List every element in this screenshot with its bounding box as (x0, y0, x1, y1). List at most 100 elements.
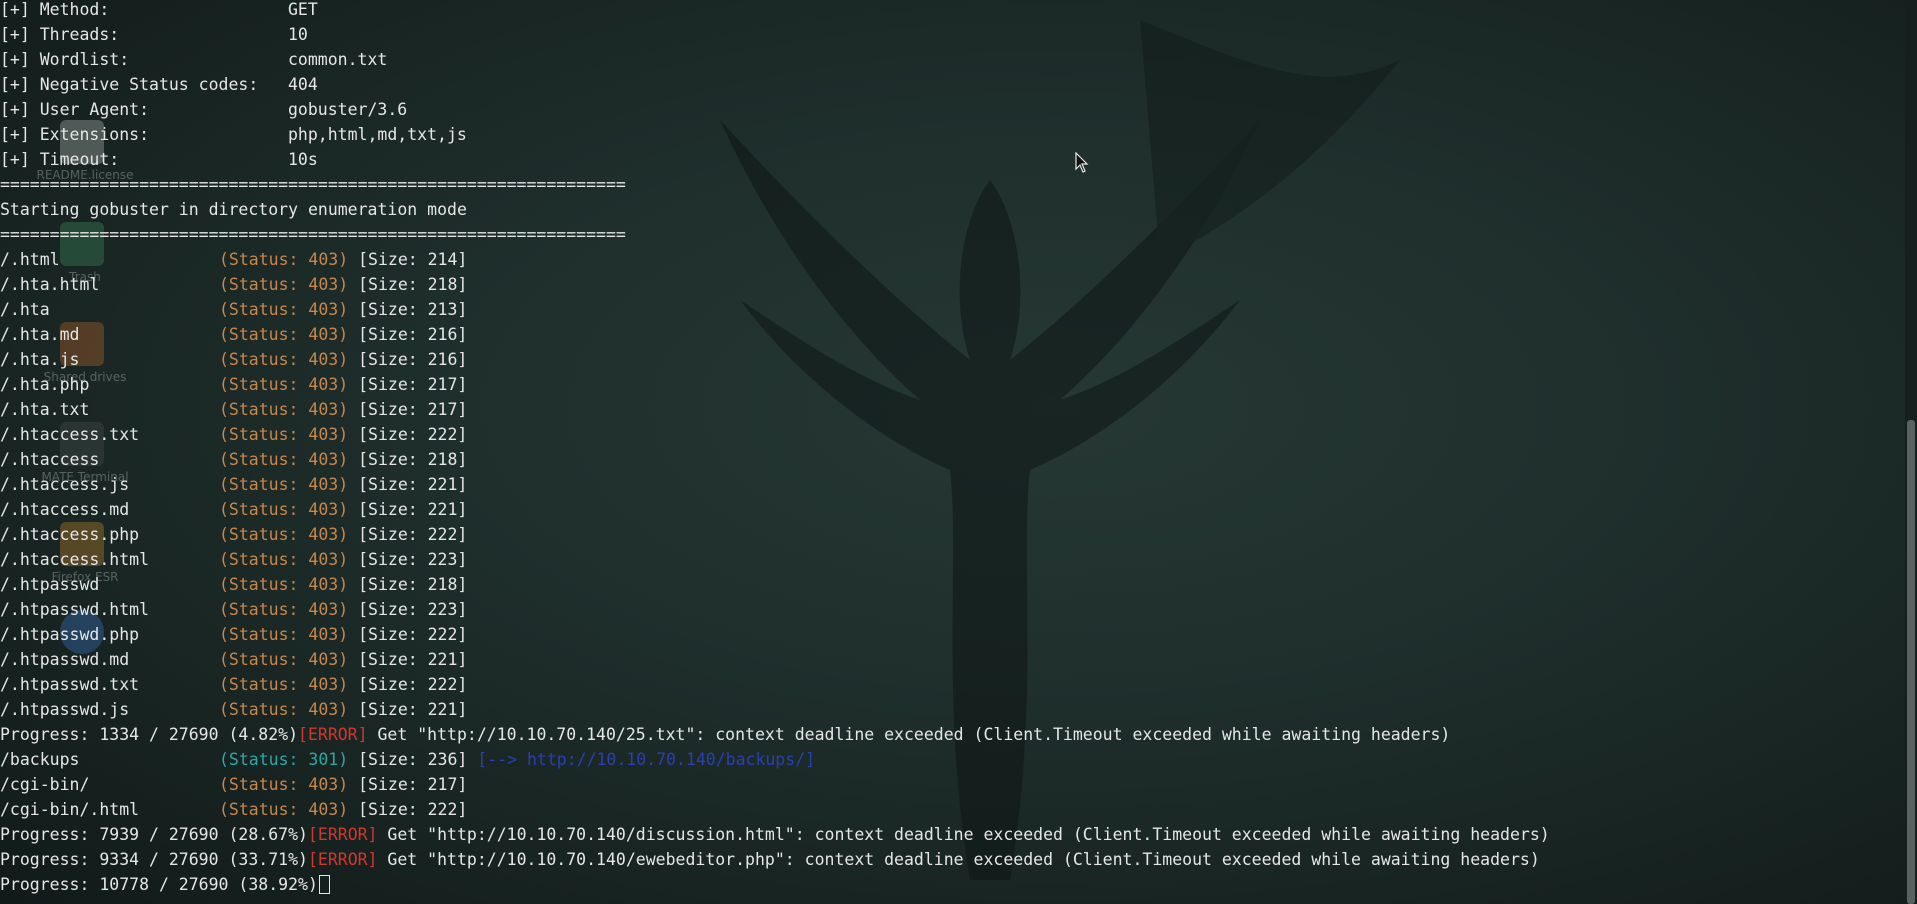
result-path: /.htaccess.txt (0, 425, 140, 444)
config-key: [+] Extensions: (0, 125, 150, 144)
config-key: [+] Threads: (0, 25, 120, 44)
result-size: [Size: 217] (358, 375, 468, 394)
config-key: [+] Wordlist: (0, 50, 130, 69)
config-key: [+] User Agent: (0, 100, 150, 119)
separator-line: ========================================… (0, 225, 626, 244)
config-line: [+] Timeout: 10s (0, 147, 318, 172)
config-value: php,html,md,txt,js (288, 125, 467, 144)
result-status: (Status: 403) (219, 500, 349, 519)
progress-error-line: Progress: 9334 / 27690 (33.71%)[ERROR] G… (0, 847, 1540, 872)
result-size: [Size: 222] (358, 625, 468, 644)
result-size: [Size: 216] (358, 325, 468, 344)
result-line: /.htpasswd (Status: 403) [Size: 218] (0, 572, 467, 597)
result-path: /.htpasswd.txt (0, 675, 140, 694)
result-status: (Status: 403) (219, 625, 349, 644)
result-line: /.htpasswd.php (Status: 403) [Size: 222] (0, 622, 467, 647)
error-tag: [ERROR] (298, 725, 368, 744)
result-line: /cgi-bin/ (Status: 403) [Size: 217] (0, 772, 467, 797)
progress-error-line: Progress: 1334 / 27690 (4.82%)[ERROR] Ge… (0, 722, 1450, 747)
mode-line: Starting gobuster in directory enumerati… (0, 200, 467, 219)
config-value: 404 (288, 75, 318, 94)
result-path: /.hta.html (0, 275, 100, 294)
result-line-backups: /backups (Status: 301) [Size: 236] [--> h… (0, 747, 815, 772)
result-size: [Size: 221] (358, 700, 468, 719)
config-value: GET (288, 0, 318, 19)
result-path: /.htpasswd.php (0, 625, 140, 644)
result-path: /.htaccess.md (0, 500, 130, 519)
scrollbar-thumb[interactable] (1907, 420, 1915, 904)
config-key: [+] Method: (0, 0, 110, 19)
result-path: /.hta.php (0, 375, 90, 394)
config-value: 10s (288, 150, 318, 169)
result-line: /.hta.md (Status: 403) [Size: 216] (0, 322, 467, 347)
result-size: [Size: 214] (358, 250, 468, 269)
progress-error-line: Progress: 7939 / 27690 (28.67%)[ERROR] G… (0, 822, 1550, 847)
result-status: (Status: 403) (219, 775, 349, 794)
config-line: [+] Threads: 10 (0, 22, 308, 47)
mouse-pointer-icon (1075, 152, 1089, 173)
result-size: [Size: 218] (358, 575, 468, 594)
result-size: [Size: 218] (358, 450, 468, 469)
result-path: /.htaccess.php (0, 525, 140, 544)
result-line: /.hta.html (Status: 403) [Size: 218] (0, 272, 467, 297)
config-value: 10 (288, 25, 308, 44)
result-path: /.hta (0, 300, 50, 319)
result-status: (Status: 403) (219, 375, 349, 394)
result-size: [Size: 217] (358, 400, 468, 419)
config-line: [+] Wordlist: common.txt (0, 47, 387, 72)
result-size: [Size: 236] (358, 750, 468, 769)
result-line: /.hta.js (Status: 403) [Size: 216] (0, 347, 467, 372)
result-line: /.htpasswd.txt (Status: 403) [Size: 222] (0, 672, 467, 697)
separator-line: ========================================… (0, 175, 626, 194)
terminal-output[interactable]: [+] Method: GET [+] Threads: 10 [+] Wordli… (0, 0, 1905, 904)
result-path: /.htpasswd.md (0, 650, 130, 669)
result-line: /.htaccess.txt (Status: 403) [Size: 222] (0, 422, 467, 447)
result-path: /.htpasswd.html (0, 600, 150, 619)
result-line: /.htpasswd.js (Status: 403) [Size: 221] (0, 697, 467, 722)
result-size: [Size: 223] (358, 550, 468, 569)
config-line: [+] User Agent: gobuster/3.6 (0, 97, 407, 122)
result-path: /.hta.js (0, 350, 80, 369)
error-message: Get "http://10.10.70.140/ewebeditor.php"… (377, 850, 1540, 869)
result-line: /.htaccess (Status: 403) [Size: 218] (0, 447, 467, 472)
result-status: (Status: 403) (219, 650, 349, 669)
result-status: (Status: 403) (219, 575, 349, 594)
result-line: /.hta.php (Status: 403) [Size: 217] (0, 372, 467, 397)
result-size: [Size: 213] (358, 300, 468, 319)
result-line: /cgi-bin/.html (Status: 403) [Size: 222] (0, 797, 467, 822)
config-line: [+] Negative Status codes: 404 (0, 72, 318, 97)
result-size: [Size: 223] (358, 600, 468, 619)
result-status: (Status: 403) (219, 400, 349, 419)
result-line: /.htpasswd.md (Status: 403) [Size: 221] (0, 647, 467, 672)
result-size: [Size: 218] (358, 275, 468, 294)
result-path: /backups (0, 750, 80, 769)
config-value: gobuster/3.6 (288, 100, 408, 119)
progress-text: Progress: 10778 / 27690 (38.92%) (0, 875, 318, 894)
result-line: /.htaccess.md (Status: 403) [Size: 221] (0, 497, 467, 522)
result-status: (Status: 403) (219, 350, 349, 369)
result-status: (Status: 403) (219, 450, 349, 469)
result-path: /.hta.md (0, 325, 80, 344)
result-status: (Status: 403) (219, 250, 349, 269)
terminal-cursor (318, 875, 330, 894)
result-status: (Status: 403) (219, 425, 349, 444)
result-line: /.htaccess.php (Status: 403) [Size: 222] (0, 522, 467, 547)
result-size: [Size: 222] (358, 800, 468, 819)
result-line: /.htaccess.html (Status: 403) [Size: 223] (0, 547, 467, 572)
result-line: /.htpasswd.html (Status: 403) [Size: 223] (0, 597, 467, 622)
result-size: [Size: 217] (358, 775, 468, 794)
result-size: [Size: 222] (358, 425, 468, 444)
error-tag: [ERROR] (307, 825, 378, 844)
result-status: (Status: 403) (219, 600, 349, 619)
redirect-link[interactable]: [--> http://10.10.70.140/backups/] (477, 750, 815, 769)
result-status: (Status: 301) (219, 750, 349, 769)
result-status: (Status: 403) (219, 700, 349, 719)
result-size: [Size: 221] (358, 650, 468, 669)
error-tag: [ERROR] (307, 850, 378, 869)
error-message: Get "http://10.10.70.140/discussion.html… (377, 825, 1550, 844)
result-line: /.htaccess.js (Status: 403) [Size: 221] (0, 472, 467, 497)
result-size: [Size: 216] (358, 350, 468, 369)
result-path: /.htpasswd (0, 575, 100, 594)
terminal-scrollbar[interactable] (1905, 0, 1917, 904)
result-path: /.hta.txt (0, 400, 90, 419)
